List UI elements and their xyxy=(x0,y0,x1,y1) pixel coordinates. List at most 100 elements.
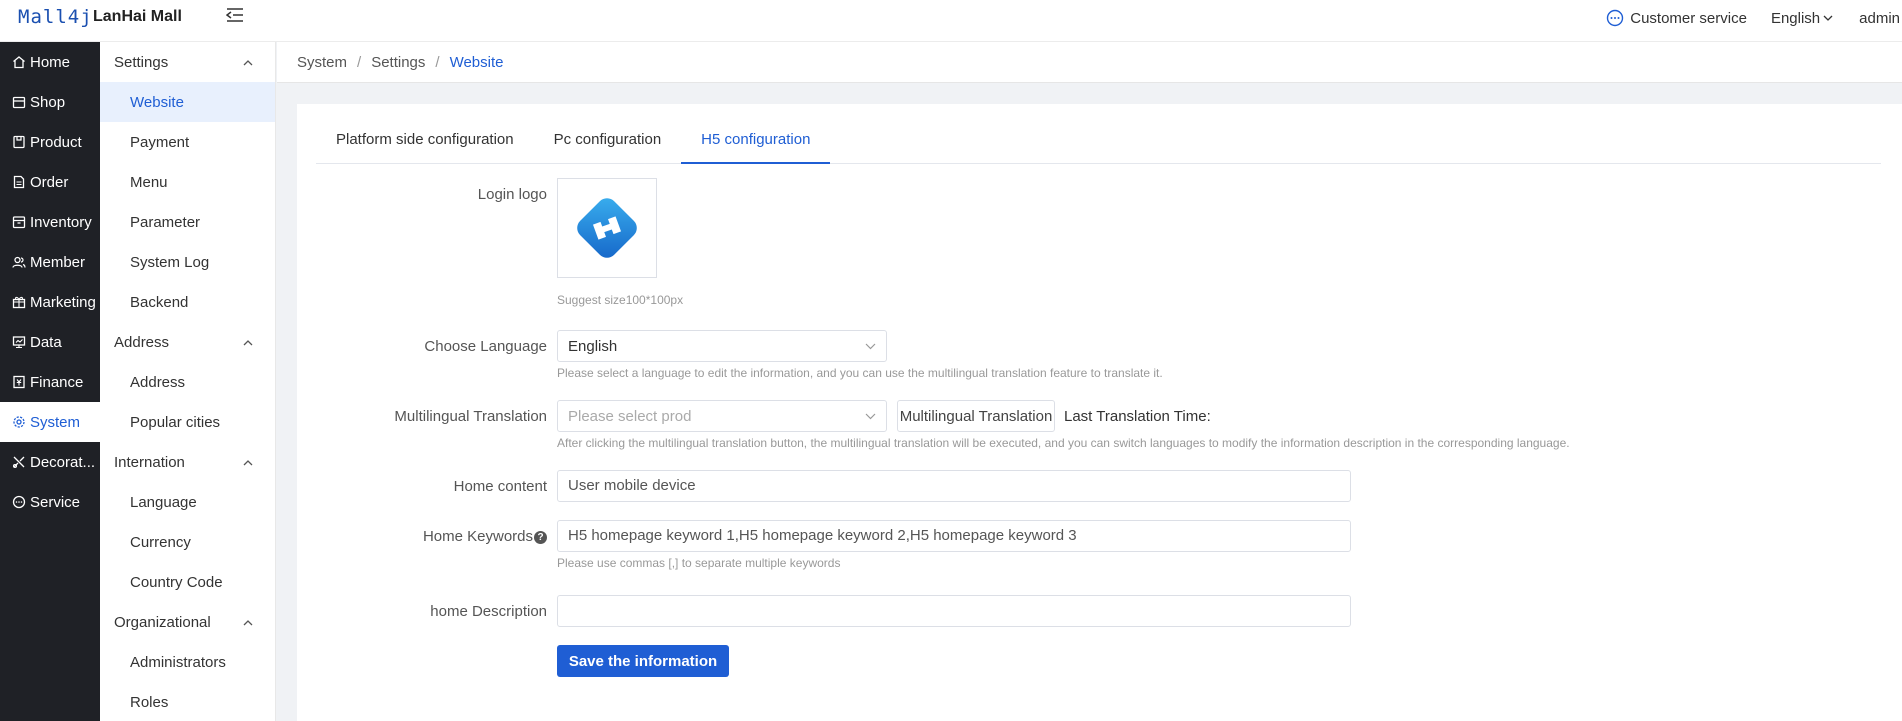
sidebar-item-decoration[interactable]: Decorat... xyxy=(0,442,100,482)
home-content-label: Home content xyxy=(453,478,547,495)
sidebar-item-label: Home xyxy=(30,53,71,71)
submenu-group-internation[interactable]: Internation xyxy=(100,442,275,482)
breadcrumb-system[interactable]: System xyxy=(297,54,347,71)
submenu-item-currency[interactable]: Currency xyxy=(100,522,275,562)
submenu-item-menu[interactable]: Menu xyxy=(100,162,275,202)
sidebar-item-inventory[interactable]: Inventory xyxy=(0,202,100,242)
breadcrumb: System / Settings / Website xyxy=(277,42,1902,83)
translation-product-select[interactable]: Please select prod xyxy=(557,400,887,432)
language-label: English xyxy=(1770,9,1821,27)
language-dropdown[interactable]: English xyxy=(1771,10,1833,27)
sidebar-item-label: Member xyxy=(30,253,86,271)
breadcrumb-separator: / xyxy=(435,53,440,71)
breadcrumb-website: Website xyxy=(449,53,504,71)
submenu-group-settings[interactable]: Settings xyxy=(100,42,275,82)
marketing-icon xyxy=(12,295,26,309)
menu-fold-icon[interactable] xyxy=(225,7,246,27)
chevron-up-icon xyxy=(243,619,253,625)
language-select[interactable]: English xyxy=(557,330,887,362)
submenu-group-title: Settings xyxy=(114,53,169,71)
language-help-text: Please select a language to edit the inf… xyxy=(557,366,1163,380)
sidebar-item-data[interactable]: Data xyxy=(0,322,100,362)
submenu-group-organizational[interactable]: Organizational xyxy=(100,602,275,642)
multilingual-translation-label: Multilingual Translation xyxy=(394,408,547,425)
submenu-group-address[interactable]: Address xyxy=(100,322,275,362)
submenu-item-country-code[interactable]: Country Code xyxy=(100,562,275,602)
sidebar-item-marketing[interactable]: Marketing xyxy=(0,282,100,322)
settings-submenu: Settings Website Payment Menu Parameter … xyxy=(100,42,276,721)
sidebar-item-shop[interactable]: Shop xyxy=(0,82,100,122)
sidebar-item-label: Order xyxy=(30,173,69,191)
sidebar-item-finance[interactable]: Finance xyxy=(0,362,100,402)
sidebar-item-system[interactable]: System xyxy=(0,402,100,442)
translation-select-placeholder: Please select prod xyxy=(568,407,692,425)
submenu-item-roles[interactable]: Roles xyxy=(100,682,275,721)
home-keywords-label-text: Home Keywords xyxy=(422,528,533,545)
sidebar-item-service[interactable]: Service xyxy=(0,482,100,522)
gear-icon xyxy=(12,415,26,429)
sidebar-item-label: Data xyxy=(30,333,62,351)
translation-help-text: After clicking the multilingual translat… xyxy=(557,436,1570,450)
shop-icon xyxy=(12,95,26,109)
brand-logo[interactable]: Mall4j xyxy=(18,6,93,28)
config-tabs: Platform side configuration Pc configura… xyxy=(316,122,1881,164)
inventory-icon xyxy=(12,215,26,229)
submenu-item-payment[interactable]: Payment xyxy=(100,122,275,162)
login-logo-upload[interactable] xyxy=(557,178,657,278)
last-translation-time: Last Translation Time: xyxy=(1064,408,1211,425)
sidebar-item-label: Marketing xyxy=(30,293,96,311)
submenu-item-backend[interactable]: Backend xyxy=(100,282,275,322)
customer-service-label: Customer service xyxy=(1630,9,1747,27)
sidebar-item-label: Shop xyxy=(30,93,66,111)
submenu-item-language[interactable]: Language xyxy=(100,482,275,522)
app-name: LanHai Mall xyxy=(93,8,182,25)
decoration-icon xyxy=(12,455,26,469)
chevron-up-icon xyxy=(243,459,253,465)
chevron-up-icon xyxy=(243,59,253,65)
breadcrumb-separator: / xyxy=(357,53,362,71)
submenu-item-website[interactable]: Website xyxy=(100,82,275,122)
sidebar-item-label: Product xyxy=(30,133,82,151)
sidebar-item-label: Decorat... xyxy=(30,453,96,471)
service-icon xyxy=(12,495,26,509)
tab-h5-configuration[interactable]: H5 configuration xyxy=(681,122,831,164)
submenu-group-title: Internation xyxy=(114,453,185,471)
home-description-input[interactable] xyxy=(557,595,1351,627)
choose-language-label: Choose Language xyxy=(424,338,547,355)
sidebar-item-home[interactable]: Home xyxy=(0,42,100,82)
submenu-item-administrators[interactable]: Administrators xyxy=(100,642,275,682)
question-circle-icon[interactable]: ? xyxy=(534,531,547,544)
multilingual-translation-button[interactable]: Multilingual Translation xyxy=(897,400,1055,432)
user-menu[interactable]: admin xyxy=(1859,10,1900,27)
sidebar-item-member[interactable]: Member xyxy=(0,242,100,282)
submenu-item-parameter[interactable]: Parameter xyxy=(100,202,275,242)
breadcrumb-settings[interactable]: Settings xyxy=(371,54,425,71)
login-logo-label: Login logo xyxy=(477,186,547,203)
submenu-item-system-log[interactable]: System Log xyxy=(100,242,275,282)
chevron-down-icon xyxy=(865,413,876,419)
home-keywords-input[interactable]: H5 homepage keyword 1,H5 homepage keywor… xyxy=(557,520,1351,552)
chevron-up-icon xyxy=(243,339,253,345)
sidebar-item-label: Service xyxy=(30,493,81,511)
product-icon xyxy=(12,135,26,149)
customer-service-link[interactable]: Customer service xyxy=(1606,9,1747,27)
logo-size-hint: Suggest size100*100px xyxy=(557,293,684,307)
h5-logo-image xyxy=(577,198,637,258)
sidebar-item-label: Finance xyxy=(30,373,84,391)
keywords-help-text: Please use commas [,] to separate multip… xyxy=(557,556,841,570)
home-icon xyxy=(12,55,26,69)
home-content-input[interactable]: User mobile device xyxy=(557,470,1351,502)
tab-pc-configuration[interactable]: Pc configuration xyxy=(534,122,682,164)
home-description-label: home Description xyxy=(430,603,547,620)
website-config-card: Platform side configuration Pc configura… xyxy=(297,104,1902,721)
home-keywords-label: Home Keywords? xyxy=(297,528,547,545)
submenu-item-popular-cities[interactable]: Popular cities xyxy=(100,402,275,442)
sidebar-item-product[interactable]: Product xyxy=(0,122,100,162)
submenu-item-address[interactable]: Address xyxy=(100,362,275,402)
sidebar-item-order[interactable]: Order xyxy=(0,162,100,202)
language-select-value: English xyxy=(568,337,618,355)
chat-icon xyxy=(1607,9,1624,27)
submenu-group-title: Organizational xyxy=(114,613,211,631)
tab-platform-side[interactable]: Platform side configuration xyxy=(316,122,534,164)
save-information-button[interactable]: Save the information xyxy=(557,645,729,677)
